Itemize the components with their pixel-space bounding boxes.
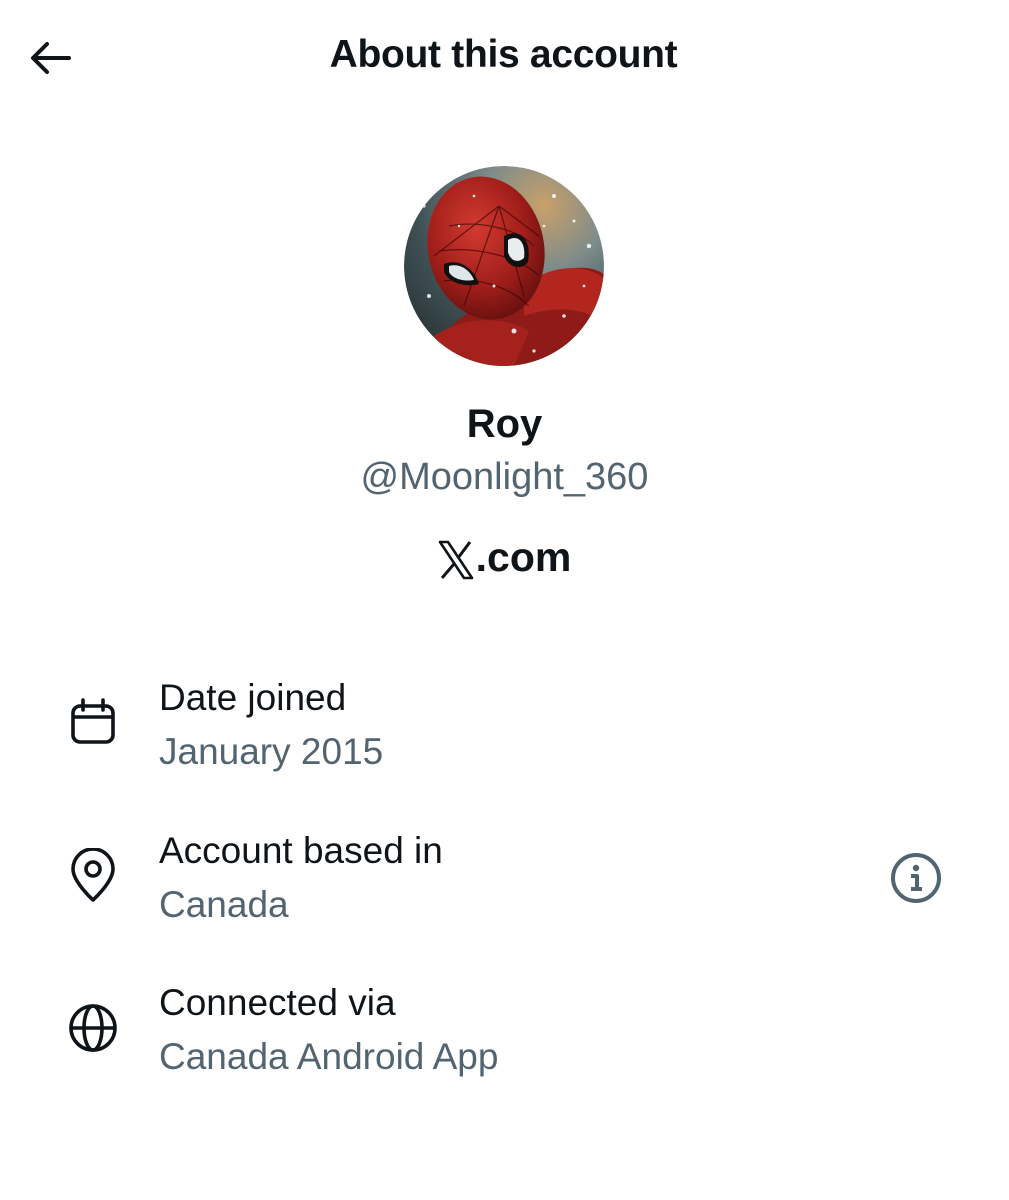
avatar xyxy=(404,166,604,366)
detail-value: Canada Android App xyxy=(159,1036,499,1077)
detail-row-account-based-in: Account based in Canada xyxy=(0,825,1009,935)
spider-man-avatar-image xyxy=(404,166,604,366)
site-domain: .com xyxy=(475,534,572,580)
info-icon xyxy=(891,853,941,903)
calendar-icon xyxy=(64,694,122,752)
x-logo-icon xyxy=(438,540,474,580)
detail-value: Canada xyxy=(159,884,289,925)
globe-icon xyxy=(64,999,122,1057)
detail-label: Connected via xyxy=(159,982,396,1023)
detail-label: Date joined xyxy=(159,677,347,718)
display-name: Roy xyxy=(466,402,543,446)
site-label: .com xyxy=(0,534,1009,581)
detail-value: January 2015 xyxy=(159,731,384,772)
detail-row-connected-via: Connected via Canada Android App xyxy=(0,977,1009,1087)
user-handle: @Moonlight_360 xyxy=(360,456,649,498)
detail-row-date-joined: Date joined January 2015 xyxy=(0,672,1009,782)
location-pin-icon xyxy=(64,847,122,905)
page-title: About this account xyxy=(329,33,678,76)
detail-label: Account based in xyxy=(159,830,443,871)
account-location-info-button[interactable] xyxy=(886,848,946,908)
